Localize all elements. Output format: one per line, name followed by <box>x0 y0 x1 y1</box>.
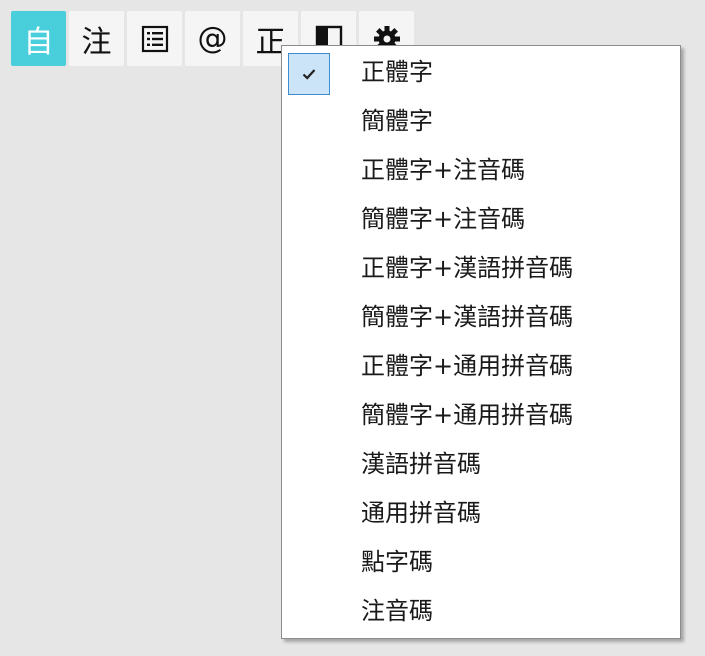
menu-item-simplified-tongyong-pinyin[interactable]: 簡體字+通用拼音碼 <box>282 391 680 439</box>
menu-item-tongyong-pinyin[interactable]: 通用拼音碼 <box>282 489 680 537</box>
menu-item-label: 點字碼 <box>361 548 433 576</box>
bopomofo-button[interactable]: 注 <box>69 11 124 66</box>
menu-item-label: 簡體字+注音碼 <box>361 205 526 233</box>
menu-item-traditional-tongyong-pinyin[interactable]: 正體字+通用拼音碼 <box>282 342 680 390</box>
menu-item-label: 簡體字+通用拼音碼 <box>361 401 574 429</box>
menu-item-label: 通用拼音碼 <box>361 499 481 527</box>
menu-item-simplified-bopomofo[interactable]: 簡體字+注音碼 <box>282 195 680 243</box>
auto-mode-button[interactable]: 自 <box>11 11 66 66</box>
menu-item-label: 正體字+注音碼 <box>361 156 526 184</box>
menu-item-traditional-bopomofo[interactable]: 正體字+注音碼 <box>282 146 680 194</box>
menu-item-label: 正體字+通用拼音碼 <box>361 352 574 380</box>
menu-item-traditional[interactable]: 正體字 <box>282 48 680 96</box>
menu-item-simplified-hanyu-pinyin[interactable]: 簡體字+漢語拼音碼 <box>282 293 680 341</box>
output-mode-menu: 正體字 簡體字 正體字+注音碼 簡體字+注音碼 正體字+漢語拼音碼 簡體字+漢語… <box>281 45 681 639</box>
menu-item-hanyu-pinyin[interactable]: 漢語拼音碼 <box>282 440 680 488</box>
auto-mode-label: 自 <box>23 24 54 60</box>
symbol-button[interactable]: @ <box>185 11 240 66</box>
checkmark-icon <box>302 69 316 80</box>
menu-item-label: 漢語拼音碼 <box>361 450 481 478</box>
menu-item-traditional-hanyu-pinyin[interactable]: 正體字+漢語拼音碼 <box>282 244 680 292</box>
symbol-label: @ <box>197 21 228 56</box>
menu-item-label: 正體字+漢語拼音碼 <box>361 254 574 282</box>
menu-item-simplified[interactable]: 簡體字 <box>282 97 680 145</box>
menu-item-label: 正體字 <box>361 58 433 86</box>
menu-item-label: 注音碼 <box>361 597 433 625</box>
menu-item-braille[interactable]: 點字碼 <box>282 538 680 586</box>
menu-item-bopomofo[interactable]: 注音碼 <box>282 587 680 635</box>
checkmark-highlight <box>288 53 330 95</box>
bopomofo-label: 注 <box>81 24 112 60</box>
list-icon <box>141 25 168 52</box>
menu-item-label: 簡體字+漢語拼音碼 <box>361 303 574 331</box>
list-button[interactable] <box>127 11 182 66</box>
menu-item-label: 簡體字 <box>361 107 433 135</box>
